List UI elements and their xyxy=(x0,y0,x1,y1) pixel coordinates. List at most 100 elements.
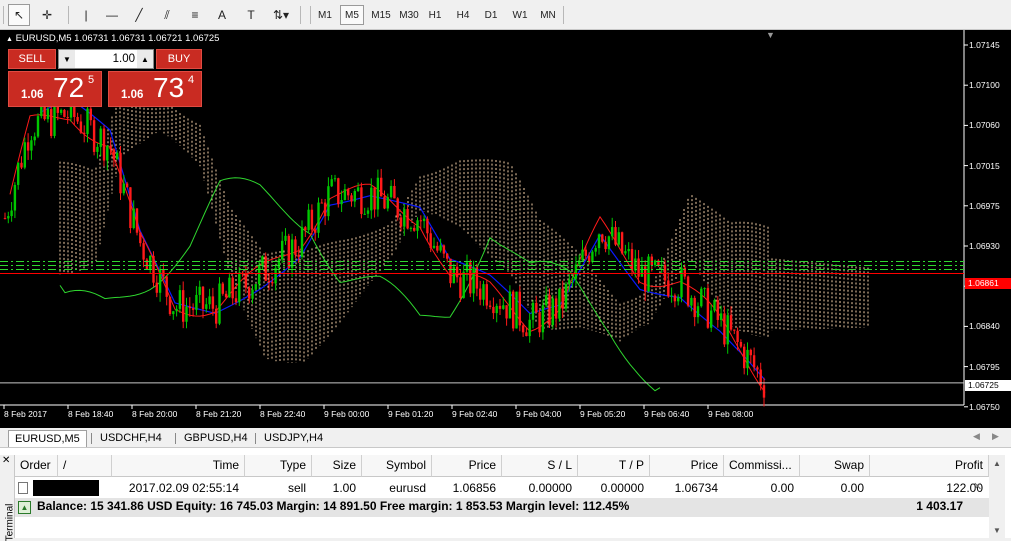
candle-body xyxy=(743,346,746,369)
time-tick-label: 9 Feb 05:20 xyxy=(580,409,626,419)
candle-body xyxy=(690,297,693,306)
arrows-dropdown-icon[interactable]: ⇅▾ xyxy=(268,4,294,26)
chart-tab[interactable]: USDJPY,H4 xyxy=(258,430,329,447)
candle-body xyxy=(112,149,116,160)
trendline-icon[interactable]: ╱ xyxy=(128,4,150,26)
candle-body xyxy=(554,298,558,319)
timeframe-m15[interactable]: M15 xyxy=(368,5,394,25)
buy-button[interactable]: BUY xyxy=(156,49,202,69)
column-header[interactable]: Swap xyxy=(800,455,870,477)
candle-body xyxy=(611,227,614,237)
candle-body xyxy=(749,349,752,356)
time-tick-label: 9 Feb 08:00 xyxy=(708,409,754,419)
balance-row[interactable]: ▲ Balance: 15 341.86 USD Equity: 16 745.… xyxy=(15,498,989,517)
column-header[interactable]: Type xyxy=(245,455,312,477)
candle-body xyxy=(535,302,538,313)
price-tick-label: 1.07015 xyxy=(969,160,1000,171)
candle-body xyxy=(307,209,310,231)
text-label-icon[interactable]: T xyxy=(240,4,262,26)
column-header[interactable]: Commissi... xyxy=(724,455,800,477)
chart-shift-icon[interactable]: ▼ xyxy=(766,30,775,40)
tabs-scroll-right-icon[interactable]: ▶ xyxy=(992,431,999,442)
column-header[interactable]: Symbol xyxy=(362,455,432,477)
candle-body xyxy=(729,315,733,330)
sell-button[interactable]: SELL xyxy=(8,49,56,69)
candle-body xyxy=(482,284,485,300)
timeframe-w1[interactable]: W1 xyxy=(508,5,532,25)
column-header[interactable]: Price xyxy=(650,455,724,477)
candle-body xyxy=(650,256,653,266)
candle-body xyxy=(393,185,396,199)
volume-down-icon[interactable]: ▼ xyxy=(59,50,75,68)
column-header[interactable]: / xyxy=(58,455,112,477)
volume-field[interactable]: ▼ 1.00 ▲ xyxy=(58,49,154,69)
candle-body xyxy=(637,258,640,277)
candle-body xyxy=(756,367,759,370)
candle-body xyxy=(436,245,439,251)
column-header[interactable]: S / L xyxy=(502,455,578,477)
close-icon[interactable]: ✕ xyxy=(2,455,10,466)
candle-body xyxy=(370,187,373,211)
cursor-icon[interactable]: ↖ xyxy=(8,4,30,26)
sell-price-box[interactable]: 1.06 72 5 xyxy=(8,71,102,107)
collapse-icon[interactable]: ▲ xyxy=(6,36,13,43)
candle-body xyxy=(63,109,66,118)
fibonacci-icon[interactable]: ≡ xyxy=(184,4,206,26)
timeframe-m1[interactable]: M1 xyxy=(314,5,336,25)
column-header[interactable]: T / P xyxy=(578,455,650,477)
buy-price-box[interactable]: 1.06 73 4 xyxy=(108,71,202,107)
chart-tab[interactable]: GBPUSD,H4 xyxy=(178,430,254,447)
column-header[interactable]: Price xyxy=(432,455,502,477)
column-header[interactable]: Time xyxy=(112,455,245,477)
order-cell-tp: 0.00000 xyxy=(600,481,644,495)
candle-body xyxy=(640,266,644,277)
volume-up-icon[interactable]: ▲ xyxy=(137,50,153,68)
candle-body xyxy=(320,202,323,204)
candle-body xyxy=(442,245,446,254)
timeframe-mn[interactable]: MN xyxy=(536,5,560,25)
column-header[interactable]: Profit xyxy=(870,455,989,477)
terminal-sidebar: ✕ Terminal xyxy=(0,455,15,541)
candle-body xyxy=(333,178,337,180)
candle-body xyxy=(20,162,23,168)
candle-body xyxy=(627,249,630,252)
column-header[interactable]: Size xyxy=(312,455,362,477)
terminal-scrollbar[interactable]: ▲ ▼ xyxy=(989,455,1005,538)
order-number-redacted xyxy=(33,480,99,496)
chart-tab[interactable]: USDCHF,H4 xyxy=(94,430,168,447)
column-header[interactable]: Order xyxy=(15,455,58,477)
timeframe-h1[interactable]: H1 xyxy=(424,5,446,25)
scroll-down-icon[interactable]: ▼ xyxy=(989,522,1005,538)
chart-tab[interactable]: EURUSD,M5 xyxy=(8,430,87,447)
order-cell-sl: 0.00000 xyxy=(528,481,572,495)
candle-body xyxy=(548,295,551,326)
candle-body xyxy=(165,276,168,297)
candle-body xyxy=(762,385,766,398)
timeframe-d1[interactable]: D1 xyxy=(480,5,502,25)
candle-body xyxy=(475,267,479,289)
candle-body xyxy=(323,202,327,217)
timeframe-m5[interactable]: M5 xyxy=(340,5,364,25)
candle-body xyxy=(353,191,356,202)
equidistant-channel-icon[interactable]: ⫽ xyxy=(156,4,178,26)
candle-body xyxy=(129,187,132,229)
order-cell-time: 2017.02.09 02:55:14 xyxy=(128,481,239,495)
chart-window[interactable]: ▲ EURUSD,M5 1.06731 1.06731 1.06721 1.06… xyxy=(0,30,1011,452)
tabs-scroll-left-icon[interactable]: ◀ xyxy=(973,431,980,442)
timeframe-h4[interactable]: H4 xyxy=(452,5,474,25)
scroll-up-icon[interactable]: ▲ xyxy=(989,455,1005,471)
candle-body xyxy=(178,290,182,309)
candle-body xyxy=(413,227,416,231)
crosshair-icon[interactable]: ✛ xyxy=(36,4,58,26)
candle-body xyxy=(215,308,218,324)
horizontal-line-icon[interactable]: — xyxy=(101,4,123,26)
candle-body xyxy=(518,291,521,326)
candle-body xyxy=(521,325,525,333)
close-order-icon[interactable]: ✕ xyxy=(973,480,982,493)
volume-value[interactable]: 1.00 xyxy=(77,51,135,67)
vertical-line-icon[interactable]: | xyxy=(76,4,96,26)
candle-body xyxy=(383,196,386,209)
timeframe-m30[interactable]: M30 xyxy=(396,5,422,25)
sell-price-prefix: 1.06 xyxy=(21,89,44,101)
text-icon[interactable]: A xyxy=(212,4,232,26)
